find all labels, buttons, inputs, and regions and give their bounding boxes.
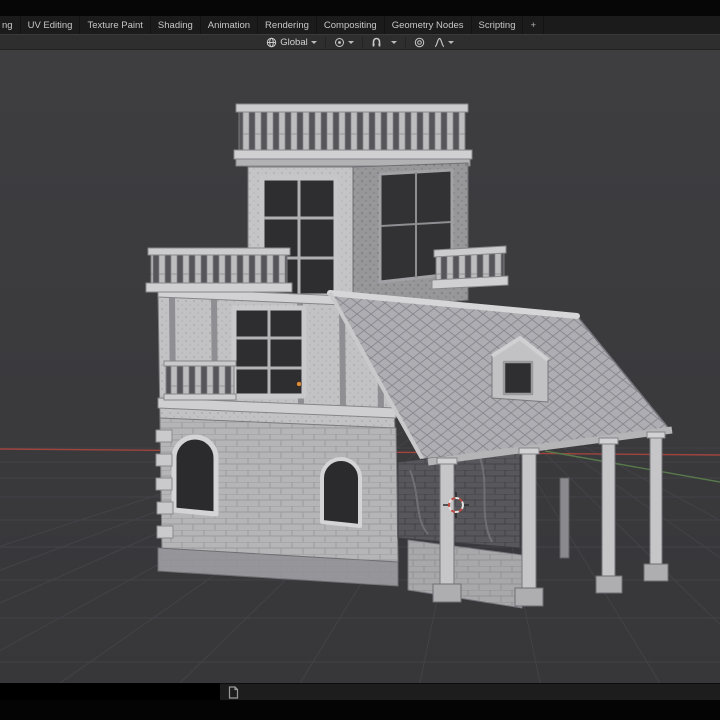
proportional-editing-icon — [414, 37, 424, 47]
transform-tools-cluster: Global — [262, 35, 457, 49]
orientation-globe-icon — [267, 37, 277, 47]
tab-animation[interactable]: Animation — [201, 16, 259, 34]
tab-scripting[interactable]: Scripting — [472, 16, 524, 34]
y-axis-line — [544, 450, 720, 483]
status-bar — [0, 700, 720, 720]
blender-window: ng UV Editing Texture Paint Shading Anim… — [0, 0, 720, 720]
tab-geometry-nodes[interactable]: Geometry Nodes — [385, 16, 472, 34]
pillar-plinth — [643, 563, 669, 582]
3d-viewport[interactable] — [0, 50, 720, 683]
separator — [404, 37, 406, 47]
pillar-plinth — [432, 583, 462, 603]
chevron-down-icon — [390, 40, 397, 44]
pivot-point-icon — [334, 37, 344, 47]
tab-shading[interactable]: Shading — [151, 16, 201, 34]
chevron-down-icon — [347, 40, 354, 44]
porch-stone-half-wall — [407, 539, 523, 609]
tab-partial[interactable]: ng — [0, 16, 21, 34]
arched-window — [320, 457, 362, 528]
separator — [324, 37, 326, 47]
left-parapet-balustrade — [145, 247, 293, 293]
porch-pillar — [649, 433, 663, 579]
transform-orientation-dropdown[interactable]: Global — [262, 35, 320, 49]
proportional-editing-toggle[interactable] — [410, 35, 429, 49]
magnet-snap-icon — [372, 37, 381, 46]
tab-uv-editing[interactable]: UV Editing — [21, 16, 81, 34]
wall-railing — [165, 364, 235, 396]
viewport-header: Global — [0, 34, 720, 50]
falloff-curve-icon — [434, 37, 444, 47]
tab-rendering[interactable]: Rendering — [258, 16, 317, 34]
chevron-down-icon — [310, 40, 317, 44]
pillar-plinth — [595, 575, 623, 594]
object-origin-dot — [296, 381, 302, 387]
porch-pillar — [601, 439, 616, 591]
pillar-plinth — [514, 587, 544, 607]
snap-toggle[interactable] — [367, 35, 386, 49]
house-model[interactable] — [145, 103, 673, 609]
porch-pillar — [521, 449, 537, 603]
orientation-label: Global — [280, 36, 308, 48]
chevron-down-icon — [447, 40, 454, 44]
porch-pillar — [439, 459, 455, 599]
lower-editor-strip — [0, 683, 720, 700]
add-workspace-button[interactable]: + — [523, 16, 545, 34]
tower-balustrade — [233, 103, 473, 167]
editor-type-document-icon[interactable] — [228, 685, 239, 699]
tab-texture-paint[interactable]: Texture Paint — [80, 16, 151, 34]
pivot-point-dropdown[interactable] — [330, 35, 358, 49]
right-balcony-balustrade — [431, 245, 509, 290]
workspace-tabbar: ng UV Editing Texture Paint Shading Anim… — [0, 16, 720, 34]
bottom-left-gap — [0, 683, 220, 700]
arched-door — [171, 434, 219, 517]
tab-compositing[interactable]: Compositing — [317, 16, 385, 34]
separator — [361, 37, 363, 47]
timeline-editor-header[interactable] — [220, 683, 720, 700]
snap-settings-dropdown[interactable] — [387, 35, 401, 49]
window-top-strip — [0, 0, 720, 16]
porch-rear-post — [559, 477, 570, 559]
proportional-falloff-dropdown[interactable] — [430, 35, 458, 49]
